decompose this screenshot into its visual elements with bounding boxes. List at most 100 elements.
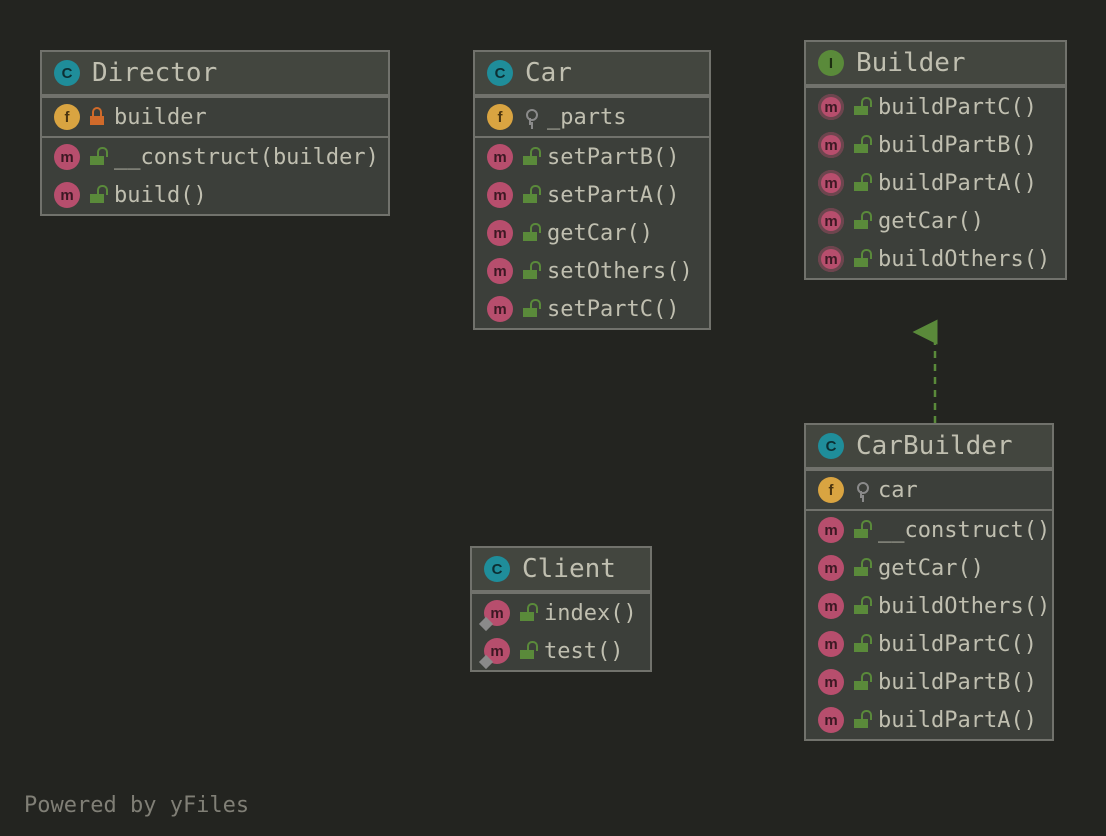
member-label: setPartC(): [547, 297, 679, 322]
member-label: buildOthers(): [878, 594, 1050, 619]
public-icon: [854, 712, 868, 728]
method-icon: m: [818, 132, 844, 158]
member-label: test(): [544, 639, 623, 664]
member-label: buildPartB(): [878, 670, 1037, 695]
member-label: buildPartB(): [878, 133, 1037, 158]
member-row: m build(): [42, 176, 388, 214]
member-row: m buildOthers(): [806, 587, 1052, 625]
uml-class-client[interactable]: C Client m index() mtest(): [470, 546, 652, 672]
public-icon: [520, 605, 534, 621]
public-icon: [90, 187, 104, 203]
public-icon: [523, 301, 537, 317]
method-icon: m: [818, 208, 844, 234]
class-name: Car: [525, 58, 572, 88]
methods-section: m index() mtest(): [472, 592, 650, 670]
member-row: m buildPartC(): [806, 625, 1052, 663]
member-row: m __construct(): [806, 509, 1052, 549]
member-label: index(): [544, 601, 637, 626]
member-row: m buildPartA(): [806, 701, 1052, 739]
member-row: m setOthers(): [475, 252, 709, 290]
private-icon: [90, 109, 104, 125]
member-row: m buildPartB(): [806, 126, 1065, 164]
uml-interface-builder[interactable]: I Builder mbuildPartC()mbuildPartB()mbui…: [804, 40, 1067, 280]
member-label: setPartB(): [547, 145, 679, 170]
methods-section: m setPartB() m setPartA() m getCar() m setOther…: [475, 136, 709, 328]
member-row: mbuildPartA(): [806, 164, 1065, 202]
uml-class-carbuilder[interactable]: C CarBuilder fcar m__construct()mgetCar(…: [804, 423, 1054, 741]
realization-arrow: [915, 320, 955, 443]
method-icon: m: [818, 555, 844, 581]
member-row: m setPartA(): [475, 176, 709, 214]
member-label: buildOthers(): [878, 247, 1050, 272]
class-icon: C: [484, 556, 510, 582]
method-icon: m: [818, 669, 844, 695]
member-label: setOthers(): [547, 259, 693, 284]
public-icon: [854, 674, 868, 690]
member-row: m setPartC(): [475, 290, 709, 328]
member-row: m setPartB(): [475, 136, 709, 176]
public-icon: [854, 560, 868, 576]
member-label: getCar(): [878, 556, 984, 581]
uml-class-director[interactable]: C Director fbuilder m __construct(builder…: [40, 50, 390, 216]
member-label: __construct(): [878, 518, 1050, 543]
member-label: setPartA(): [547, 183, 679, 208]
method-icon: m: [818, 593, 844, 619]
method-icon: m: [818, 246, 844, 272]
method-icon: m: [487, 220, 513, 246]
member-label: buildPartC(): [878, 632, 1037, 657]
class-title: C Car: [475, 52, 709, 96]
fields-section: fcar: [806, 469, 1052, 509]
member-label: __construct(builder): [114, 145, 379, 170]
member-row: mbuildPartC(): [806, 86, 1065, 126]
public-icon: [854, 522, 868, 538]
method-icon: m: [487, 296, 513, 322]
public-icon: [854, 137, 868, 153]
member-row: mgetCar(): [806, 202, 1065, 240]
member-label: buildPartC(): [878, 95, 1037, 120]
method-icon: m: [54, 144, 80, 170]
method-icon: m: [818, 707, 844, 733]
class-icon: C: [818, 433, 844, 459]
public-icon: [854, 598, 868, 614]
protected-icon: [854, 482, 868, 498]
public-icon: [854, 251, 868, 267]
member-row: m buildOthers(): [806, 240, 1065, 278]
public-icon: [523, 149, 537, 165]
member-row: m getCar(): [806, 549, 1052, 587]
method-icon: m: [487, 144, 513, 170]
method-icon: m: [487, 182, 513, 208]
interface-icon: I: [818, 50, 844, 76]
public-icon: [854, 213, 868, 229]
method-icon: m: [54, 182, 80, 208]
public-icon: [523, 187, 537, 203]
protected-icon: [523, 109, 537, 125]
member-row: mtest(): [472, 632, 650, 670]
uml-class-car[interactable]: C Car f _parts m setPartB() m setPartA() m get…: [473, 50, 711, 330]
method-icon: m: [818, 517, 844, 543]
method-icon: m: [818, 631, 844, 657]
method-icon: m: [484, 600, 510, 626]
methods-section: mbuildPartC()mbuildPartB()mbuildPartA()m…: [806, 86, 1065, 278]
member-row: f _parts: [475, 96, 709, 136]
member-label: build(): [114, 183, 207, 208]
fields-section: f _parts: [475, 96, 709, 136]
class-name: Client: [522, 554, 616, 584]
class-title: C Director: [42, 52, 388, 96]
methods-section: m__construct()mgetCar()mbuildOthers()mbu…: [806, 509, 1052, 739]
member-label: getCar(): [547, 221, 653, 246]
public-icon: [523, 263, 537, 279]
member-row: m getCar(): [475, 214, 709, 252]
member-row: fbuilder: [42, 96, 388, 136]
member-label: builder: [114, 105, 207, 130]
public-icon: [854, 99, 868, 115]
member-label: car: [878, 478, 918, 503]
public-icon: [90, 149, 104, 165]
method-icon: m: [487, 258, 513, 284]
member-label: _parts: [547, 105, 626, 130]
member-label: buildPartA(): [878, 708, 1037, 733]
class-icon: C: [487, 60, 513, 86]
member-label: buildPartA(): [878, 171, 1037, 196]
public-icon: [854, 636, 868, 652]
field-icon: f: [487, 104, 513, 130]
class-title: C Client: [472, 548, 650, 592]
